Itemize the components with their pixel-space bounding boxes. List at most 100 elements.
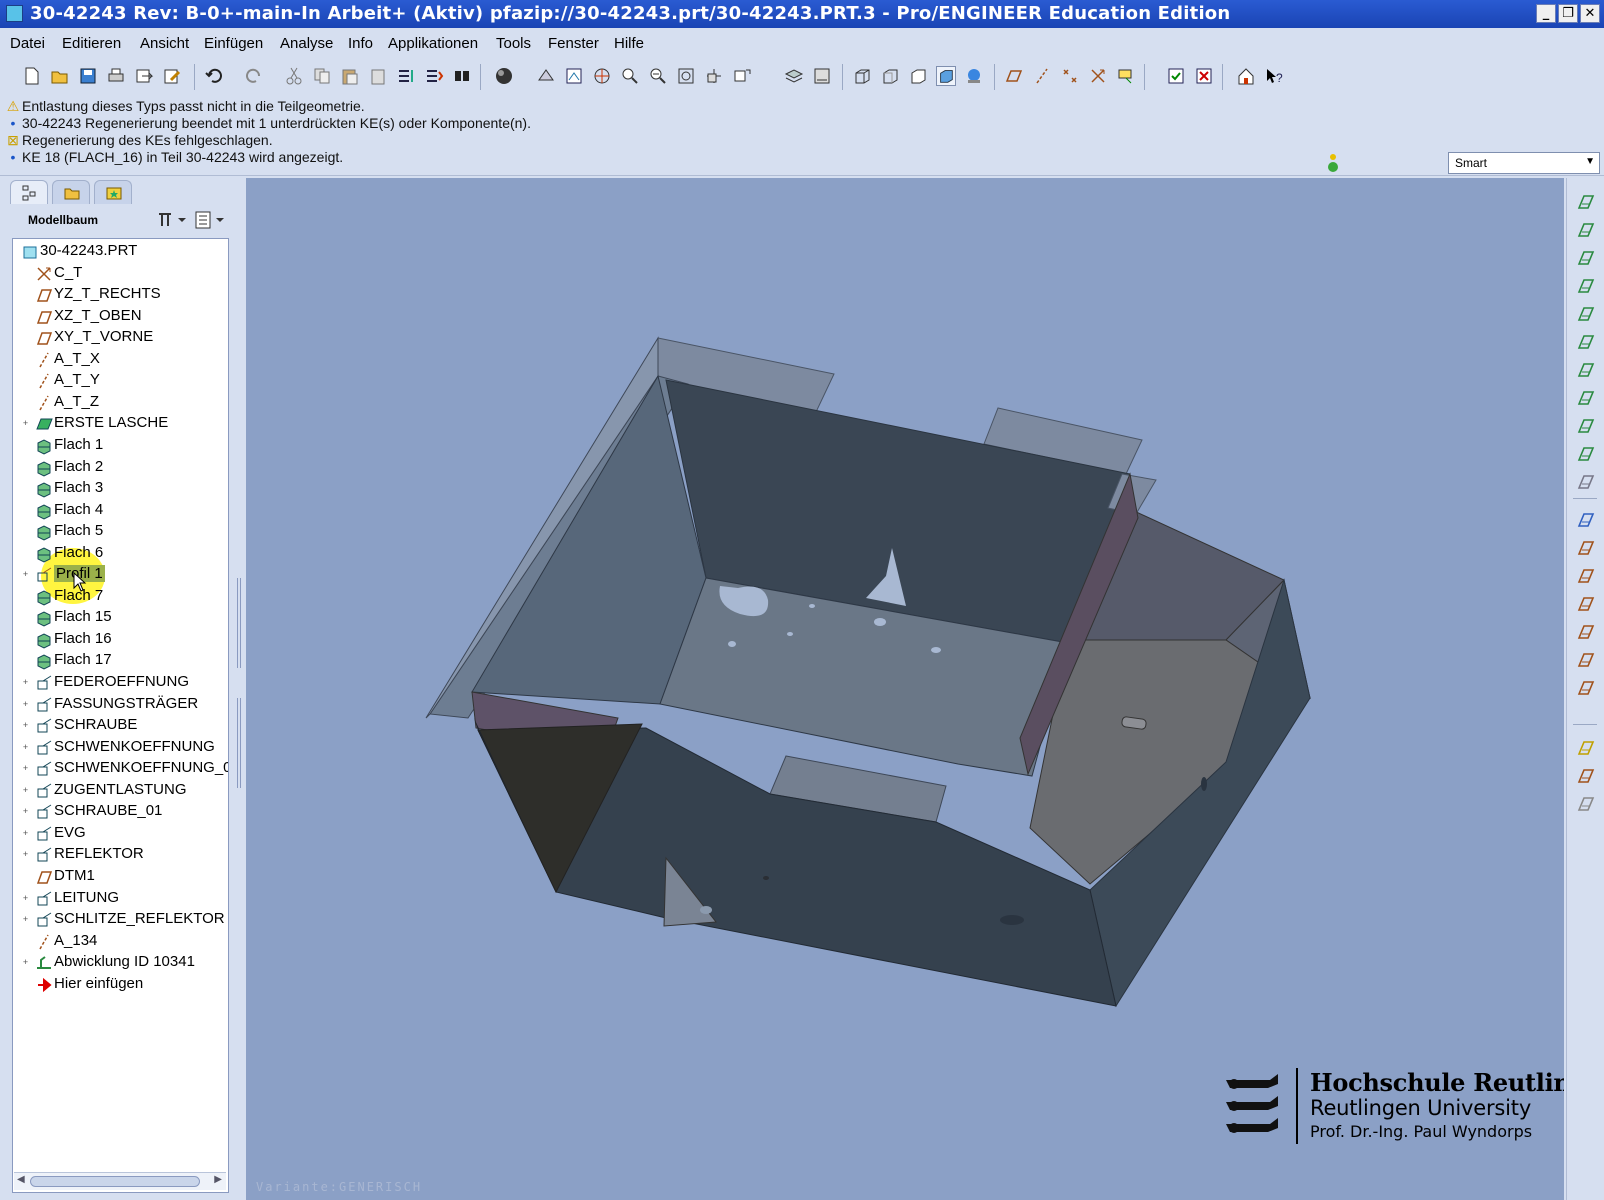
expand-icon[interactable]: + xyxy=(21,721,30,730)
tree-item[interactable]: XY_T_VORNE xyxy=(13,327,228,349)
zoom-out-icon[interactable] xyxy=(648,66,668,86)
scroll-left-icon[interactable]: ◀ xyxy=(17,1174,25,1185)
sheetmetal-model[interactable] xyxy=(246,178,1564,1200)
close-window-icon[interactable] xyxy=(1194,66,1214,86)
tree-item[interactable]: + ZUGENTLASTUNG xyxy=(13,780,228,802)
form-icon[interactable] xyxy=(1576,444,1596,464)
menu-ansicht[interactable]: Ansicht xyxy=(140,35,189,52)
send-icon[interactable] xyxy=(134,66,154,86)
restore-button[interactable]: ❐ xyxy=(1558,4,1578,23)
print-icon[interactable] xyxy=(106,66,126,86)
tree-item[interactable]: + REFLEKTOR xyxy=(13,844,228,866)
view-manager-icon[interactable] xyxy=(564,66,584,86)
tree-item[interactable]: A_T_Z xyxy=(13,392,228,414)
tree-item[interactable]: + Abwicklung ID 10341 xyxy=(13,952,228,974)
sketch-icon[interactable] xyxy=(1576,472,1596,492)
scroll-right-icon[interactable]: ▶ xyxy=(214,1174,222,1185)
menu-datei[interactable]: Datei xyxy=(10,35,45,52)
tree-item[interactable]: Flach 3 xyxy=(13,478,228,500)
flat-pattern-icon[interactable] xyxy=(1576,416,1596,436)
zoom-in-icon[interactable] xyxy=(620,66,640,86)
tree-horizontal-scrollbar[interactable]: ◀ ▶ xyxy=(14,1172,226,1190)
menu-fenster[interactable]: Fenster xyxy=(548,35,599,52)
tree-item[interactable]: Flach 6 xyxy=(13,543,228,565)
menu-applikationen[interactable]: Applikationen xyxy=(388,35,478,52)
minimize-button[interactable]: _ xyxy=(1536,4,1556,23)
datum-curve-icon[interactable] xyxy=(1576,566,1596,586)
flange-wall-icon[interactable] xyxy=(1576,276,1596,296)
check-icon[interactable] xyxy=(1166,66,1186,86)
expand-icon[interactable]: + xyxy=(21,742,30,752)
tree-item[interactable]: Flach 4 xyxy=(13,500,228,522)
datum-axis-icon[interactable] xyxy=(1576,538,1596,558)
expand-icon[interactable]: + xyxy=(21,419,30,428)
tree-item[interactable]: + SCHRAUBE xyxy=(13,715,228,737)
find-icon[interactable] xyxy=(452,66,472,86)
redo-icon[interactable] xyxy=(244,66,264,86)
tree-item[interactable]: + SCHWENKOEFFNUNG_0 xyxy=(13,758,228,780)
tree-item[interactable]: + Profil 1 xyxy=(13,564,228,586)
expand-icon[interactable]: + xyxy=(21,570,30,579)
refit-icon[interactable] xyxy=(676,66,696,86)
layers-icon[interactable] xyxy=(784,66,804,86)
expand-icon[interactable]: + xyxy=(21,678,30,687)
datum-axes-icon[interactable] xyxy=(1032,66,1052,86)
extend-icon[interactable] xyxy=(1576,304,1596,324)
tree-item[interactable]: + SCHRAUBE_01 xyxy=(13,801,228,823)
surface-finish-icon[interactable] xyxy=(1576,766,1596,786)
bend-icon[interactable] xyxy=(1576,332,1596,352)
tab-folder-browser[interactable] xyxy=(52,180,90,204)
menu-info[interactable]: Info xyxy=(348,35,373,52)
datum-planes-icon[interactable] xyxy=(1004,66,1024,86)
expand-icon[interactable]: + xyxy=(21,850,30,859)
show-menu-icon[interactable] xyxy=(194,210,226,230)
tree-item[interactable]: Flach 7 xyxy=(13,586,228,608)
reorient-icon[interactable] xyxy=(704,66,724,86)
tree-item[interactable]: Flach 17 xyxy=(13,650,228,672)
tree-item[interactable]: Flach 1 xyxy=(13,435,228,457)
tree-item[interactable]: + ERSTE LASCHE xyxy=(13,413,228,435)
paste-special-icon[interactable] xyxy=(368,66,388,86)
regen-manager-icon[interactable] xyxy=(424,66,444,86)
tree-item[interactable]: A_T_X xyxy=(13,349,228,371)
menu-hilfe[interactable]: Hilfe xyxy=(614,35,644,52)
appearance-icon[interactable] xyxy=(964,66,984,86)
expand-icon[interactable]: + xyxy=(21,785,30,795)
tree-item[interactable]: Flach 16 xyxy=(13,629,228,651)
tree-item[interactable]: A_134 xyxy=(13,931,228,953)
whats-this-icon[interactable]: ? xyxy=(1264,66,1284,86)
filter-select[interactable]: Smart ▼ xyxy=(1448,152,1600,174)
navigator-splitter[interactable] xyxy=(234,178,244,1200)
datum-point-icon[interactable] xyxy=(1576,594,1596,614)
expand-icon[interactable]: + xyxy=(21,828,30,838)
datum-points-icon[interactable] xyxy=(1060,66,1080,86)
tree-item[interactable]: Hier einfügen xyxy=(13,974,228,996)
tree-item[interactable]: DTM1 xyxy=(13,866,228,888)
tree-item[interactable]: + LEITUNG xyxy=(13,888,228,910)
tree-item[interactable]: + FASSUNGSTRÄGER xyxy=(13,694,228,716)
conversion-icon[interactable] xyxy=(1576,192,1596,212)
wireframe-icon[interactable] xyxy=(852,66,872,86)
unbend-icon[interactable] xyxy=(1576,360,1596,380)
tree-item[interactable]: Flach 2 xyxy=(13,457,228,479)
tab-model-tree[interactable] xyxy=(10,180,48,204)
tree-item[interactable]: XZ_T_OBEN xyxy=(13,306,228,328)
tree-item[interactable]: Flach 5 xyxy=(13,521,228,543)
splitter-grip[interactable] xyxy=(237,578,241,668)
home-icon[interactable] xyxy=(1236,66,1256,86)
edit-icon[interactable] xyxy=(162,66,182,86)
shaded-icon[interactable] xyxy=(936,66,956,86)
tree-settings-icon[interactable] xyxy=(156,210,188,230)
analysis-icon[interactable] xyxy=(1576,650,1596,670)
paste-icon[interactable] xyxy=(340,66,360,86)
graphics-window[interactable]: Variante:GENERISCH Hochschule Reutlingen… xyxy=(246,178,1564,1200)
datum-plane-icon[interactable] xyxy=(1576,510,1596,530)
undo-icon[interactable] xyxy=(204,66,224,86)
new-file-icon[interactable] xyxy=(22,66,42,86)
tree-item[interactable]: + SCHWENKOEFFNUNG xyxy=(13,737,228,759)
expand-icon[interactable]: + xyxy=(21,915,30,924)
tree-item[interactable]: YZ_T_RECHTS xyxy=(13,284,228,306)
expand-icon[interactable]: + xyxy=(21,893,30,903)
expand-icon[interactable]: + xyxy=(21,958,30,967)
shading-icon[interactable] xyxy=(494,66,514,86)
